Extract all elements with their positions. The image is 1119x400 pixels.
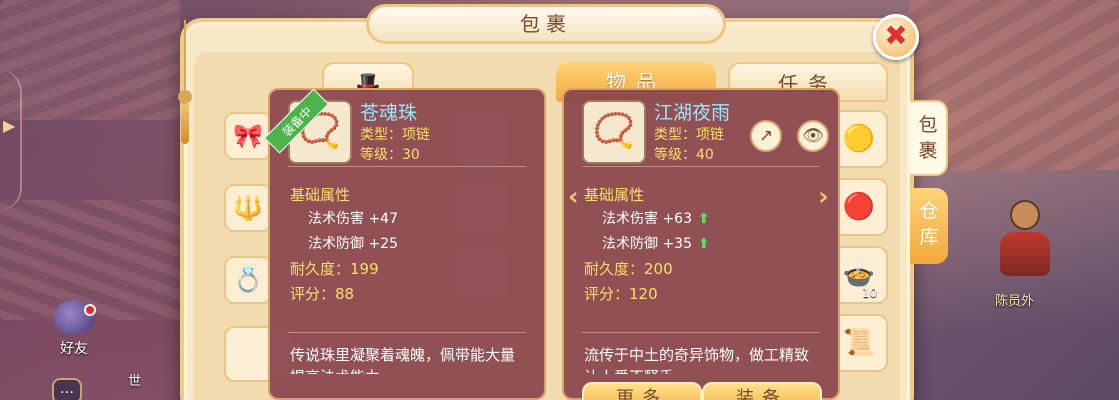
item-name: 江湖夜雨 — [654, 102, 731, 124]
scroll-icon: 📜 — [842, 328, 876, 358]
expand-arrow-icon[interactable]: ▶ — [3, 116, 15, 135]
divider — [582, 166, 820, 167]
npc-character[interactable] — [990, 200, 1060, 280]
item-name: 苍魂珠 — [360, 102, 418, 124]
item-type: 类型：项链 — [360, 127, 430, 143]
equip-slot-weapon[interactable]: 🔱 — [224, 184, 272, 232]
orb-icon: 🔴 — [842, 192, 876, 222]
close-button[interactable]: ✖ — [873, 14, 919, 60]
divider — [288, 166, 526, 167]
background-roof — [0, 0, 180, 120]
ribbon-icon: 🎀 — [233, 122, 263, 150]
item-level: 等级：40 — [654, 147, 714, 163]
item-description: 传说珠里凝聚着魂魄，佩带能大量提高法术能力。 — [290, 346, 516, 374]
next-item-arrow-icon[interactable]: › — [818, 182, 829, 212]
score: 评分：120 — [584, 285, 658, 303]
side-tab-storage[interactable]: 仓库 — [910, 188, 948, 264]
divider — [288, 332, 526, 333]
friends-label: 好友 — [60, 341, 88, 357]
world-channel-label[interactable]: 世 — [128, 370, 141, 389]
npc-name: 陈员外 — [995, 294, 1035, 309]
bracelet-icon: 💍 — [233, 266, 263, 294]
section-title: 基础属性 — [290, 186, 351, 204]
chat-icon: … — [60, 381, 74, 397]
equipped-item-tooltip: 📿 苍魂珠 类型：项链 等级：30 基础属性 法术伤害 +47 法术防御 +25… — [268, 88, 546, 400]
npc-head — [1010, 200, 1040, 230]
belt-icon: 🟡 — [842, 124, 876, 154]
preview-button[interactable]: 👁 — [797, 120, 829, 152]
share-button[interactable]: ↗ — [750, 120, 782, 152]
stat-row: 法术伤害 +47 — [308, 211, 398, 227]
score: 评分：88 — [290, 285, 355, 303]
eye-icon: 👁 — [802, 126, 824, 146]
stat-row: 法术防御 +35 ⬆ — [602, 236, 710, 252]
friends-button[interactable]: 好友 — [44, 300, 104, 358]
side-tab-storage-label: 仓库 — [919, 200, 939, 248]
friends-icon — [54, 300, 96, 334]
more-button[interactable]: 更多 — [582, 382, 702, 400]
section-title: 基础属性 — [584, 186, 645, 204]
stat-up-arrow-icon: ⬆ — [698, 236, 710, 252]
stat-row: 法术伤害 +63 ⬆ — [602, 211, 710, 227]
divider — [582, 332, 820, 333]
prev-item-arrow-icon[interactable]: ‹ — [568, 182, 579, 212]
durability: 耐久度：200 — [584, 260, 673, 278]
chat-button[interactable]: … — [52, 378, 82, 400]
equip-slot-bracelet[interactable]: 💍 — [224, 256, 272, 304]
window-title: 包裹 — [366, 4, 726, 44]
item-count: 10 — [862, 286, 878, 300]
side-tab-bag-label: 包裹 — [918, 114, 938, 162]
durability: 耐久度：199 — [290, 260, 379, 278]
close-icon: ✖ — [884, 19, 908, 52]
side-decoration — [0, 70, 22, 210]
staff-icon: 🔱 — [233, 194, 263, 222]
stat-up-arrow-icon: ⬆ — [698, 211, 710, 227]
side-tab-bag[interactable]: 包裹 — [910, 100, 948, 176]
equip-button[interactable]: 装备 — [702, 382, 822, 400]
item-description: 流传于中土的奇异饰物，做工精致让人爱不释手。 — [584, 346, 810, 374]
stat-row: 法术防御 +25 — [308, 236, 398, 252]
npc-body — [1000, 232, 1050, 276]
share-icon: ↗ — [758, 126, 774, 146]
tassel-decoration — [178, 20, 192, 150]
necklace-icon: 📿 — [582, 100, 646, 164]
item-level: 等级：30 — [360, 147, 420, 163]
notification-dot — [84, 304, 96, 316]
item-type: 类型：项链 — [654, 127, 724, 143]
